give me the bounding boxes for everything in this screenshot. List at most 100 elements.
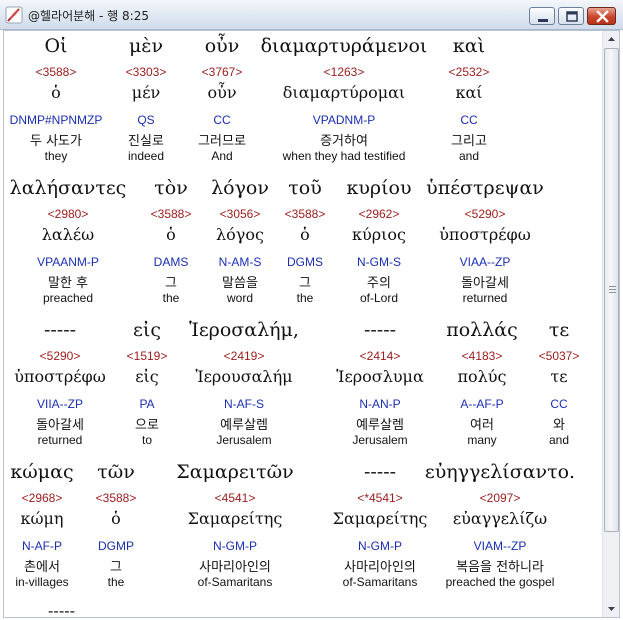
strong-number[interactable]: <2414> <box>360 349 401 363</box>
english-gloss[interactable]: many <box>467 433 496 447</box>
minimize-button[interactable] <box>529 7 555 25</box>
korean-gloss[interactable]: 말씀을 <box>222 272 258 291</box>
parse-code[interactable]: VIAM--ZP <box>474 539 527 553</box>
lemma-word[interactable]: μέν <box>132 83 160 102</box>
korean-gloss[interactable]: 두 사도가 <box>30 130 82 149</box>
greek-word[interactable]: καὶ <box>453 35 485 57</box>
interlinear-content[interactable]: ----- Οἱ <3588> ὁ DNMP#NPNMZP 두 사도가 they μὲν <3… <box>4 31 602 617</box>
english-gloss[interactable]: in-villages <box>15 575 68 589</box>
strong-number[interactable]: <2968> <box>22 491 63 505</box>
english-gloss[interactable]: Jerusalem <box>216 433 271 447</box>
korean-gloss[interactable]: 그 <box>299 272 311 291</box>
english-gloss[interactable]: of-Samaritans <box>343 575 418 589</box>
parse-code[interactable]: CC <box>550 397 567 411</box>
lemma-word[interactable]: Σαμαρείτης <box>333 509 428 528</box>
strong-number[interactable]: <3303> <box>126 65 167 79</box>
korean-gloss[interactable]: 말한 후 <box>48 272 88 291</box>
lemma-word[interactable]: ὑποστρέφω <box>439 225 531 244</box>
lemma-word[interactable]: κύριος <box>352 225 406 244</box>
greek-word[interactable]: Ἱεροσαλήμ, <box>189 319 299 341</box>
maximize-button[interactable] <box>558 7 584 25</box>
korean-gloss[interactable]: 사마리아인의 <box>344 556 416 575</box>
lemma-word[interactable]: ὁ <box>300 225 310 244</box>
korean-gloss[interactable]: 그 <box>110 556 122 575</box>
title-bar[interactable]: @헬라어분해 - 행 8:25 <box>0 0 623 30</box>
parse-code[interactable]: N-AF-P <box>22 539 62 553</box>
lemma-word[interactable]: οὖν <box>207 83 236 102</box>
parse-code[interactable]: N-GM-S <box>357 255 401 269</box>
english-gloss[interactable]: word <box>227 291 253 305</box>
lemma-word[interactable]: κώμη <box>20 509 63 528</box>
korean-gloss[interactable]: 복음을 전하니라 <box>456 556 544 575</box>
strong-number[interactable]: <4183> <box>462 349 503 363</box>
english-gloss[interactable]: to <box>142 433 152 447</box>
lemma-word[interactable]: λόγος <box>216 225 264 244</box>
greek-word[interactable]: εἰς <box>133 319 161 341</box>
lemma-word[interactable]: εὐαγγελίζω <box>453 509 547 528</box>
strong-number[interactable]: <2980> <box>48 207 89 221</box>
greek-word[interactable]: τε <box>549 319 569 341</box>
english-gloss[interactable]: preached the gospel <box>446 575 555 589</box>
english-gloss[interactable]: they <box>45 149 68 163</box>
greek-word[interactable]: εὐηγγελίσαντο. <box>425 461 575 483</box>
greek-word[interactable]: τὸν <box>154 177 188 199</box>
english-gloss[interactable]: of-Lord <box>360 291 398 305</box>
english-gloss[interactable]: And <box>211 149 232 163</box>
parse-code[interactable]: PA <box>139 397 154 411</box>
lemma-word[interactable]: τε <box>550 367 567 386</box>
strong-number[interactable]: <3588> <box>96 491 137 505</box>
korean-gloss[interactable]: 와 <box>553 414 565 433</box>
parse-code[interactable]: QS <box>137 113 154 127</box>
lemma-word[interactable]: Σαμαρείτης <box>188 509 283 528</box>
strong-number[interactable]: <3767> <box>202 65 243 79</box>
trailing-greek-word[interactable]: ----- <box>48 601 75 617</box>
lemma-word[interactable]: εἰς <box>135 367 159 386</box>
strong-number[interactable]: <3588> <box>36 65 77 79</box>
greek-word[interactable]: τῶν <box>97 461 135 483</box>
close-button[interactable] <box>587 7 616 25</box>
greek-word[interactable]: κυρίου <box>346 177 411 199</box>
strong-number[interactable]: <2532> <box>449 65 490 79</box>
parse-code[interactable]: N-AM-S <box>219 255 262 269</box>
parse-code[interactable]: DAMS <box>154 255 189 269</box>
parse-code[interactable]: CC <box>213 113 230 127</box>
korean-gloss[interactable]: 으로 <box>135 414 159 433</box>
strong-number[interactable]: <2097> <box>480 491 521 505</box>
scroll-down-button[interactable] <box>603 600 619 617</box>
parse-code[interactable]: VPADNM-P <box>313 113 375 127</box>
lemma-word[interactable]: πολύς <box>458 367 507 386</box>
korean-gloss[interactable]: 진실로 <box>128 130 164 149</box>
greek-word[interactable]: μὲν <box>129 35 163 57</box>
strong-number[interactable]: <*4541> <box>357 491 402 505</box>
strong-number[interactable]: <3588> <box>285 207 326 221</box>
english-gloss[interactable]: and <box>549 433 569 447</box>
parse-code[interactable]: CC <box>460 113 477 127</box>
greek-word[interactable]: κώμας <box>10 461 73 483</box>
english-gloss[interactable]: the <box>163 291 180 305</box>
strong-number[interactable]: <5290> <box>465 207 506 221</box>
greek-word[interactable]: Σαμαρειτῶν <box>176 461 293 483</box>
english-gloss[interactable]: the <box>297 291 314 305</box>
english-gloss[interactable]: returned <box>463 291 508 305</box>
english-gloss[interactable]: preached <box>43 291 93 305</box>
parse-code[interactable]: DGMS <box>287 255 323 269</box>
parse-code[interactable]: VIAA--ZP <box>460 255 511 269</box>
strong-number[interactable]: <2419> <box>224 349 265 363</box>
korean-gloss[interactable]: 사마리아인의 <box>199 556 271 575</box>
strong-number[interactable]: <4541> <box>215 491 256 505</box>
korean-gloss[interactable]: 예루살렘 <box>220 414 268 433</box>
english-gloss[interactable]: and <box>459 149 479 163</box>
parse-code[interactable]: N-AF-S <box>224 397 264 411</box>
korean-gloss[interactable]: 돌아갈세 <box>36 414 84 433</box>
scroll-thumb[interactable] <box>604 48 619 532</box>
parse-code[interactable]: DNMP#NPNMZP <box>10 113 103 127</box>
strong-number[interactable]: <5037> <box>539 349 580 363</box>
english-gloss[interactable]: indeed <box>128 149 164 163</box>
lemma-word[interactable]: ὁ <box>51 83 61 102</box>
english-gloss[interactable]: Jerusalem <box>352 433 407 447</box>
lemma-word[interactable]: διαμαρτύρομαι <box>283 83 405 102</box>
lemma-word[interactable]: λαλέω <box>42 225 94 244</box>
korean-gloss[interactable]: 그리고 <box>451 130 487 149</box>
lemma-word[interactable]: ὁ <box>111 509 121 528</box>
lemma-word[interactable]: Ἱερουσαλήμ <box>195 367 292 386</box>
